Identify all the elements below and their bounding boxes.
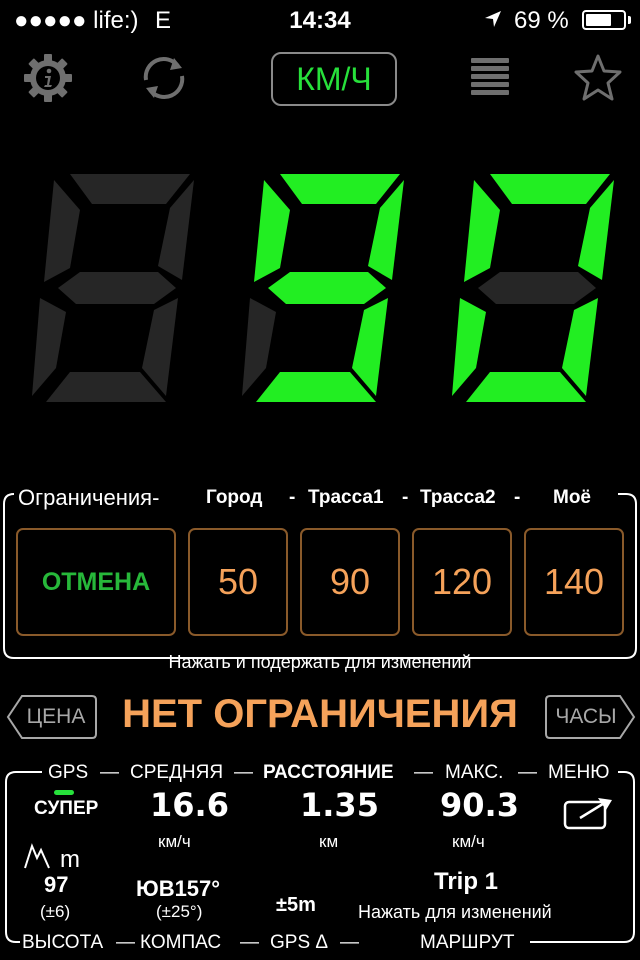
limit-custom-button[interactable]: 140: [524, 528, 624, 636]
altitude-accuracy: (±6): [40, 902, 71, 921]
limit-header-highway1: Трасса1: [308, 487, 384, 508]
digit-3-segment-f: [464, 180, 500, 282]
gps-signal-indicator: [54, 790, 74, 795]
list-menu-icon[interactable]: [465, 52, 517, 104]
limits-title: Ограничения-: [18, 485, 160, 510]
cancel-limit-button[interactable]: ОТМЕНА: [16, 528, 176, 636]
info-gear-icon[interactable]: [22, 52, 74, 104]
battery-percent: 69 %: [514, 7, 569, 34]
gps-delta-value: ±5m: [276, 894, 316, 916]
altitude-label: ВЫСОТА: [22, 932, 104, 953]
limit-highway2-button[interactable]: 120: [412, 528, 512, 636]
digit-2-segment-a: [280, 174, 400, 204]
separator: —: [518, 762, 537, 783]
digit-1-segment-a: [70, 174, 190, 204]
limit-header-highway2: Трасса2: [420, 487, 496, 508]
share-icon[interactable]: [562, 796, 616, 830]
max-label: МАКС.: [445, 762, 504, 783]
battery-tip: [628, 16, 631, 24]
limit-header-sep: -: [402, 487, 409, 508]
max-speed-value[interactable]: 90.3: [440, 786, 519, 824]
gps-quality: СУПЕР: [34, 798, 99, 819]
battery-icon: [582, 10, 626, 30]
limit-header-custom: Моё: [553, 487, 591, 508]
digit-3-segment-g: [478, 272, 596, 304]
limit-header-sep: -: [289, 487, 296, 508]
distance-label: РАССТОЯНИЕ: [263, 762, 394, 783]
distance-value[interactable]: 1.35: [300, 786, 379, 824]
gps-label: GPS: [48, 762, 89, 783]
location-arrow-icon: [485, 11, 501, 27]
trip-name[interactable]: Trip 1: [434, 868, 498, 896]
trip-hint[interactable]: Нажать для изменений: [358, 902, 552, 923]
compass-accuracy: (±25°): [156, 902, 203, 921]
separator: —: [340, 932, 359, 953]
limit-city-button[interactable]: 50: [188, 528, 288, 636]
clock-button[interactable]: ЧАСЫ: [544, 694, 636, 740]
speed-display: [32, 174, 614, 402]
altitude-unit: m: [60, 846, 80, 873]
compass-label: КОМПАС: [140, 932, 222, 953]
limit-highway1-button[interactable]: 90: [300, 528, 400, 636]
digit-3-segment-d: [466, 372, 586, 402]
limit-status-text: НЕТ ОГРАНИЧЕНИЯ: [122, 692, 518, 736]
separator: —: [100, 762, 119, 783]
separator: —: [240, 932, 259, 953]
refresh-icon[interactable]: [138, 52, 190, 104]
separator: —: [414, 762, 433, 783]
altitude-value: 97: [44, 872, 69, 897]
average-label: СРЕДНЯЯ: [130, 762, 224, 783]
digit-2-segment-e: [242, 298, 276, 396]
digit-1-segment-f: [44, 180, 80, 282]
battery-level: [586, 14, 611, 26]
limit-header-city: Город: [206, 487, 263, 508]
menu-label: МЕНЮ: [548, 762, 610, 783]
digit-1-segment-g: [58, 272, 176, 304]
digit-3-segment-a: [490, 174, 610, 204]
distance-unit: км: [319, 832, 339, 851]
limits-hint: Нажать и подержать для изменений: [168, 652, 472, 672]
mountain-icon: [24, 843, 50, 869]
max-speed-unit: км/ч: [452, 832, 485, 851]
route-label: МАРШРУТ: [420, 932, 515, 953]
separator: —: [116, 932, 135, 953]
separator: —: [234, 762, 253, 783]
digit-3-segment-e: [452, 298, 486, 396]
limit-header-sep: -: [514, 487, 521, 508]
digit-1-segment-d: [46, 372, 166, 402]
digit-2-segment-f: [254, 180, 290, 282]
star-icon[interactable]: [572, 52, 624, 104]
price-button[interactable]: ЦЕНА: [6, 694, 98, 740]
compass-value: ЮВ157°: [136, 876, 221, 901]
average-speed-unit: км/ч: [158, 832, 191, 851]
digit-2-segment-d: [256, 372, 376, 402]
status-bar: ●●●●● life:) E 14:34 69 %: [0, 0, 640, 40]
gps-delta-label: GPS Δ: [270, 932, 329, 953]
average-speed-value[interactable]: 16.6: [150, 786, 229, 824]
clock-button-label: ЧАСЫ: [555, 705, 617, 728]
unit-toggle-button[interactable]: КМ/Ч: [271, 52, 397, 106]
digit-1-segment-e: [32, 298, 66, 396]
digit-2-segment-g: [268, 272, 386, 304]
price-button-label: ЦЕНА: [26, 705, 86, 728]
